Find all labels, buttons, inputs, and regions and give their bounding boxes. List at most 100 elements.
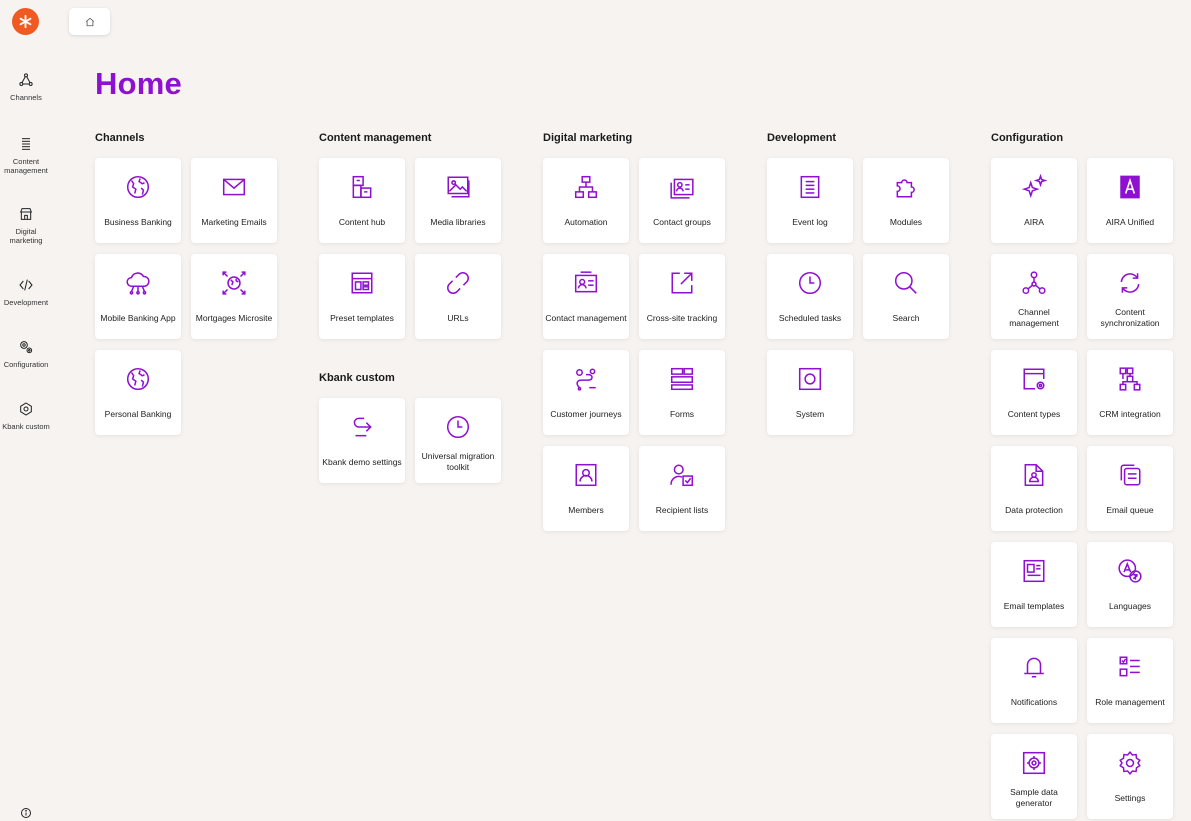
tile-languages[interactable]: Languages bbox=[1087, 542, 1173, 627]
tile-cross-site-tracking[interactable]: Cross-site tracking bbox=[639, 254, 725, 339]
tile-data-protection[interactable]: Data protection bbox=[991, 446, 1077, 531]
info-button[interactable] bbox=[20, 806, 32, 818]
tile-label: Media libraries bbox=[430, 216, 486, 227]
logo[interactable] bbox=[12, 8, 39, 35]
tile-content-hub[interactable]: Content hub bbox=[319, 158, 405, 243]
checklist-icon bbox=[1117, 654, 1143, 680]
section-title-content-management: Content management bbox=[319, 132, 432, 144]
sidebar-item-configuration[interactable]: Configuration bbox=[0, 339, 52, 369]
tile-role-management[interactable]: Role management bbox=[1087, 638, 1173, 723]
section-title-digital-marketing: Digital marketing bbox=[543, 132, 633, 144]
sidebar-item-kbank-custom[interactable]: Kbank custom bbox=[0, 401, 52, 431]
journey-icon bbox=[573, 366, 599, 392]
puzzle-icon bbox=[893, 174, 919, 200]
content-hub-icon bbox=[349, 174, 375, 200]
tile-label: Sample data generator bbox=[1010, 787, 1058, 808]
sidebar: Channels Content management Digital mark… bbox=[0, 0, 52, 821]
tile-label: Data protection bbox=[1005, 504, 1063, 515]
tile-channel-management[interactable]: Channel management bbox=[991, 254, 1077, 339]
tile-contact-management[interactable]: Contact management bbox=[543, 254, 629, 339]
bell-icon bbox=[1021, 654, 1047, 680]
tile-label: Business Banking bbox=[104, 216, 172, 227]
tile-crm-integration[interactable]: CRM integration bbox=[1087, 350, 1173, 435]
home-icon bbox=[85, 17, 94, 26]
clock-icon bbox=[445, 414, 471, 440]
configuration-icon bbox=[20, 341, 33, 354]
tile-preset-templates[interactable]: Preset templates bbox=[319, 254, 405, 339]
tile-email-queue[interactable]: Email queue bbox=[1087, 446, 1173, 531]
info-icon bbox=[21, 808, 31, 818]
tile-aira-unified[interactable]: AIRA Unified bbox=[1087, 158, 1173, 243]
tile-forms[interactable]: Forms bbox=[639, 350, 725, 435]
globe-icon bbox=[125, 366, 151, 392]
content-management-icon bbox=[22, 138, 30, 150]
digital-marketing-icon bbox=[19, 208, 33, 220]
tile-business-banking[interactable]: Business Banking bbox=[95, 158, 181, 243]
tile-settings[interactable]: Settings bbox=[1087, 734, 1173, 819]
sparkles-icon bbox=[1021, 173, 1048, 200]
sidebar-item-channels[interactable]: Channels bbox=[0, 72, 52, 102]
tile-recipient-lists[interactable]: Recipient lists bbox=[639, 446, 725, 531]
sidebar-item-label: Kbank custom bbox=[2, 422, 50, 431]
tile-contact-groups[interactable]: Contact groups bbox=[639, 158, 725, 243]
tile-kbank-demo-settings[interactable]: Kbank demo settings bbox=[319, 398, 405, 483]
tile-aira[interactable]: AIRA bbox=[991, 158, 1077, 243]
contact-groups-icon bbox=[669, 174, 695, 200]
tile-customer-journeys[interactable]: Customer journeys bbox=[543, 350, 629, 435]
globe-icon bbox=[125, 174, 151, 200]
tile-automation[interactable]: Automation bbox=[543, 158, 629, 243]
tile-label: Mortgages Microsite bbox=[195, 312, 273, 323]
gear-box-icon bbox=[1021, 750, 1047, 776]
tile-system[interactable]: System bbox=[767, 350, 853, 435]
home-button[interactable] bbox=[69, 8, 110, 35]
tile-notifications[interactable]: Notifications bbox=[991, 638, 1077, 723]
system-icon bbox=[797, 366, 823, 392]
development-icon bbox=[19, 279, 33, 291]
tile-universal-migration-toolkit[interactable]: Universal migration toolkit bbox=[415, 398, 501, 483]
tile-label: Marketing Emails bbox=[201, 216, 267, 227]
tile-scheduled-tasks[interactable]: Scheduled tasks bbox=[767, 254, 853, 339]
tile-label: Members bbox=[568, 504, 604, 515]
tile-label: URLs bbox=[447, 312, 469, 323]
tile-modules[interactable]: Modules bbox=[863, 158, 949, 243]
tile-label: Content hub bbox=[338, 216, 386, 227]
tile-email-templates[interactable]: Email templates bbox=[991, 542, 1077, 627]
tile-label: Languages bbox=[1108, 600, 1152, 611]
document-list-icon bbox=[797, 174, 823, 200]
tile-marketing-emails[interactable]: Marketing Emails bbox=[191, 158, 277, 243]
tile-label: Email templates bbox=[1003, 600, 1065, 611]
tile-label: Content types bbox=[1007, 408, 1061, 419]
search-icon bbox=[893, 270, 919, 296]
external-link-icon bbox=[669, 270, 695, 296]
tile-label: Mobile Banking App bbox=[100, 312, 176, 323]
tile-personal-banking[interactable]: Personal Banking bbox=[95, 350, 181, 435]
tile-label: Contact management bbox=[545, 312, 627, 323]
tile-label: Contact groups bbox=[653, 216, 711, 227]
recipient-list-icon bbox=[669, 462, 695, 488]
tile-members[interactable]: Members bbox=[543, 446, 629, 531]
sidebar-item-label: Content management bbox=[4, 157, 48, 175]
envelope-icon bbox=[221, 174, 247, 200]
tile-media-libraries[interactable]: Media libraries bbox=[415, 158, 501, 243]
tile-event-log[interactable]: Event log bbox=[767, 158, 853, 243]
cloud-network-icon bbox=[125, 270, 151, 296]
content-types-icon bbox=[1021, 366, 1047, 392]
sidebar-item-content-management[interactable]: Content management bbox=[0, 136, 52, 175]
tile-label: CRM integration bbox=[1099, 408, 1161, 419]
tile-mobile-banking-app[interactable]: Mobile Banking App bbox=[95, 254, 181, 339]
tile-mortgages-microsite[interactable]: Mortgages Microsite bbox=[191, 254, 277, 339]
flowchart-icon bbox=[573, 174, 599, 200]
section-title-configuration: Configuration bbox=[991, 132, 1064, 144]
tile-content-synchronization[interactable]: Content synchronization bbox=[1087, 254, 1173, 339]
tile-label: Recipient lists bbox=[655, 504, 709, 515]
tile-content-types[interactable]: Content types bbox=[991, 350, 1077, 435]
sidebar-item-development[interactable]: Development bbox=[0, 277, 52, 307]
tile-urls[interactable]: URLs bbox=[415, 254, 501, 339]
tile-search[interactable]: Search bbox=[863, 254, 949, 339]
page-title: Home bbox=[95, 66, 182, 101]
tile-label: Role management bbox=[1095, 696, 1165, 707]
layout-template-icon bbox=[349, 270, 375, 296]
tile-sample-data-generator[interactable]: Sample data generator bbox=[991, 734, 1077, 819]
tile-label: Settings bbox=[1114, 792, 1146, 803]
sidebar-item-digital-marketing[interactable]: Digital marketing bbox=[0, 206, 52, 245]
